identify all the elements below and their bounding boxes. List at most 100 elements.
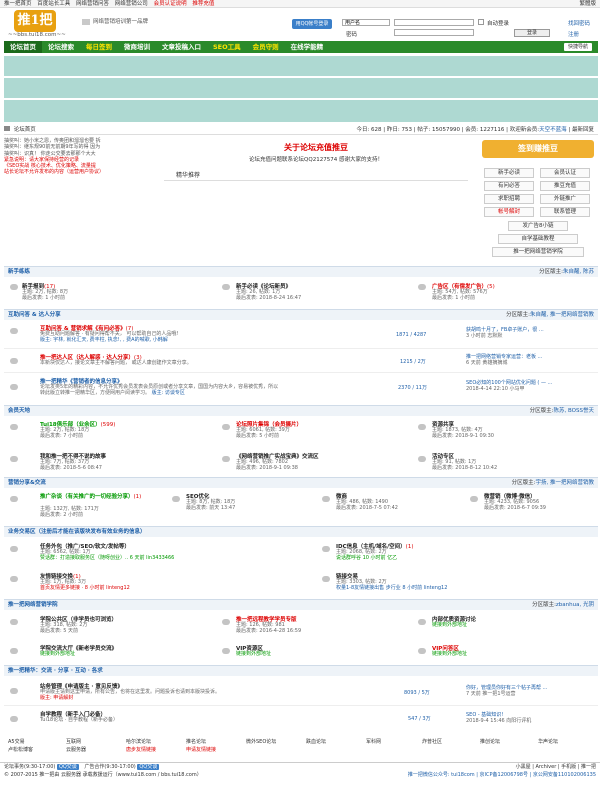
- breadcrumb-home[interactable]: 论坛首页: [14, 127, 36, 133]
- friend-link[interactable]: 炸普社区: [422, 738, 442, 745]
- btn-auth[interactable]: 会员认证: [540, 168, 590, 178]
- friend-link[interactable]: 推名论坛: [186, 738, 206, 745]
- section-title[interactable]: 推一把精华：交流 · 分享 · 互动 · 各求: [8, 666, 103, 676]
- btn-ads[interactable]: 发广告8小链: [508, 221, 568, 231]
- section-header: 营销分享&交流 分区版主:宇扬, 推一把网络营销教: [4, 477, 598, 488]
- top-link-qa[interactable]: 网络营销问答: [76, 1, 109, 7]
- forum-title[interactable]: 推广杂谈（有关推广的一切经验分享）(1): [40, 492, 150, 500]
- friend-link[interactable]: 卢松松博客: [8, 746, 33, 753]
- forum-stats: 主题: 8万, 帖数: 18万 最后发表: 前天 13:47: [186, 499, 236, 511]
- divider: [4, 348, 598, 349]
- slogan-icon: [82, 18, 90, 25]
- friend-link[interactable]: 唐步友情链接: [126, 746, 156, 753]
- forum-link: 链接到外部地址: [236, 651, 272, 657]
- divider: [4, 372, 598, 373]
- nav-signin[interactable]: 每日签到: [80, 41, 118, 53]
- announcement-item[interactable]: 站长论坛不允许发布的内容（运营用户协议）: [4, 169, 156, 175]
- forum-icon: [172, 496, 180, 502]
- btn-tutorial[interactable]: 自学基础教程: [498, 234, 578, 244]
- forum-stats: 主题: 2万, 帖数: 8万 最后发表: 1 小时前: [22, 289, 69, 301]
- friend-link[interactable]: 军科网: [366, 738, 381, 745]
- banner-ad-2[interactable]: [4, 78, 598, 98]
- auto-login-checkbox[interactable]: [478, 19, 484, 25]
- section-title[interactable]: 互助问答 & 达人分享: [8, 310, 61, 320]
- friend-link[interactable]: 申请友情链接: [186, 746, 216, 753]
- notice-title[interactable]: 关于论坛充值推豆: [160, 142, 472, 153]
- top-link-recharge[interactable]: 推荐充值: [192, 1, 214, 7]
- banner-ad-3[interactable]: [4, 100, 598, 122]
- top-link-auth[interactable]: 会员认证说明: [154, 1, 187, 7]
- forum-icon: [418, 619, 426, 625]
- friend-link[interactable]: 华声论坛: [538, 738, 558, 745]
- register-link[interactable]: 注册: [568, 30, 579, 38]
- forum-last-post[interactable]: SEO必知的100个网站优化问题 ( — ... 2018-4-14 22:10 …: [466, 380, 552, 392]
- forum-stats: 主题: 2068, 帖数: 2万 说话群呼谷 10 小时前 亿乙: [336, 549, 398, 561]
- header-slogan: 网络营销培训第一品牌: [82, 17, 148, 25]
- nav-learn[interactable]: 在线学能精: [285, 41, 330, 53]
- forum-last-post[interactable]: 获胡鸣十月了，FB卓子账户，很 ... 3 小时前 志默默: [466, 327, 544, 339]
- section-title[interactable]: 会员天地: [8, 406, 30, 416]
- top-link-company[interactable]: 网络营销公司: [115, 1, 148, 7]
- tab-featured[interactable]: 精华推荐: [164, 170, 468, 181]
- friend-link[interactable]: 跌血论坛: [306, 738, 326, 745]
- btn-recharge[interactable]: 推豆充值: [540, 181, 590, 191]
- friend-link[interactable]: A5交易: [8, 738, 25, 745]
- newest-reply-link[interactable]: 最新回复: [572, 127, 594, 133]
- home-icon[interactable]: [4, 126, 10, 131]
- friend-link[interactable]: 推创论坛: [480, 738, 500, 745]
- forum-icon: [10, 688, 18, 694]
- login-button[interactable]: 登录: [514, 29, 550, 37]
- forum-stats: 主题: 4233, 帖数: 9056 最后发表: 2018-6-7 09:39: [484, 499, 546, 511]
- sign-in-button[interactable]: 签到赚推豆: [482, 140, 594, 158]
- section-title[interactable]: 营销分享&交流: [8, 478, 46, 488]
- qq-chat-button[interactable]: QQ交谈: [56, 764, 79, 770]
- section-title[interactable]: 业务交易区（注册后才能在该版块发布有效业务的信息）: [8, 527, 146, 537]
- btn-ask[interactable]: 有问必答: [484, 181, 534, 191]
- new-member-link[interactable]: 天空不蓝海: [539, 127, 567, 133]
- nav-search[interactable]: 论坛搜索: [42, 41, 80, 53]
- forum-icon: [10, 619, 18, 625]
- banner-ad-1[interactable]: [4, 56, 598, 76]
- site-logo[interactable]: 推1把 ~~bbs.tui18.com~~: [4, 10, 76, 40]
- forum-icon: [222, 424, 230, 430]
- top-link-home[interactable]: 推一把首页: [4, 1, 32, 7]
- nav-rules[interactable]: 会员守则: [247, 41, 285, 53]
- section-header: 新手练练 分区版主:朱自醒, 陈苏: [4, 266, 598, 277]
- forum-last-post[interactable]: 你好，管理员你好有三个帖子再帮 ... 7 天前 推一把1号运营: [466, 685, 547, 697]
- btn-contact[interactable]: 联系管理: [540, 207, 590, 217]
- username-input[interactable]: [394, 19, 474, 26]
- traditional-chinese-link[interactable]: 繁體版: [579, 0, 596, 8]
- forum-stats: 主题: 496, 帖数: 7802 最后发表: 2018-9-1 09:38: [236, 459, 298, 471]
- nav-training[interactable]: 微商培训: [118, 41, 156, 53]
- quick-nav-button[interactable]: 快捷导航: [563, 43, 592, 51]
- btn-academy[interactable]: 推一把网络营销学院: [492, 247, 584, 257]
- qq-chat-button[interactable]: QQ交谈: [137, 764, 160, 770]
- friend-link[interactable]: 云服务器: [66, 746, 86, 753]
- forum-stats: 主题: 6562, 帖数: 1万 赞话群：打造接取服务区（随呀创业）.. 6 天前…: [40, 549, 175, 561]
- nav-submit[interactable]: 文章投稿入口: [156, 41, 207, 53]
- username-select[interactable]: [342, 19, 390, 26]
- nav-seo-tools[interactable]: SEO工具: [207, 41, 247, 53]
- btn-jobs[interactable]: 求职招聘: [484, 194, 534, 204]
- top-link-baidu[interactable]: 百度站长工具: [37, 1, 70, 7]
- btn-unban[interactable]: 帐号解封: [484, 207, 534, 217]
- footer-icp[interactable]: 推一把微信公众号: tui18com | 京ICP备12006798号 | 京公…: [408, 771, 596, 780]
- find-password-link[interactable]: 找回密码: [568, 19, 590, 27]
- btn-newbie[interactable]: 新手必读: [484, 168, 534, 178]
- forum-icon: [222, 456, 230, 462]
- forum-link: 链接到外部地址: [40, 651, 76, 657]
- nav-home[interactable]: 论坛首页: [4, 41, 42, 53]
- forum-count: 2370 / 11万: [398, 385, 427, 391]
- main-nav: 论坛首页 论坛搜索 每日签到 微商培训 文章投稿入口 SEO工具 会员守则 在线…: [4, 41, 598, 53]
- friend-link[interactable]: 互联网: [66, 738, 81, 745]
- section-title[interactable]: 推一把网络营销学院: [8, 600, 58, 610]
- section-title[interactable]: 新手练练: [8, 267, 30, 277]
- friend-link[interactable]: 哈尔滨论坛: [126, 738, 151, 745]
- password-input[interactable]: [394, 29, 474, 36]
- forum-stats: 主题: 132万, 帖数: 171万 最后发表: 2 小时前: [40, 506, 99, 518]
- qq-login-button[interactable]: 用QQ帐号登录: [292, 19, 332, 29]
- btn-links[interactable]: 外链推广: [540, 194, 590, 204]
- forum-last-post[interactable]: SEO - 基础知识! 2018-9-4 15:46 向阳行评机: [466, 712, 531, 724]
- forum-last-post[interactable]: 推一把网络营销专家运营：老板 ... 6 天前 黄雄摘摘城: [466, 354, 542, 366]
- friend-link[interactable]: 微外SEO论坛: [246, 738, 276, 745]
